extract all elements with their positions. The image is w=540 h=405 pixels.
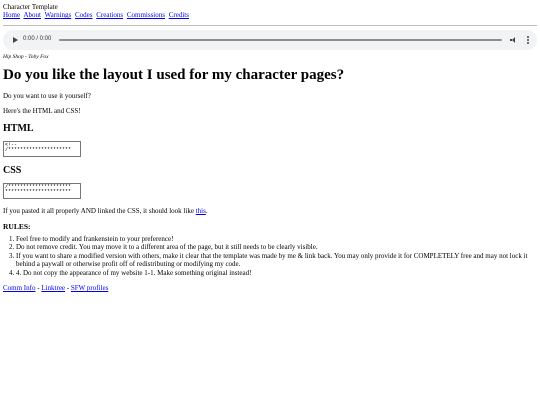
- more-options-icon[interactable]: [527, 35, 529, 44]
- footer-link-sfw-profiles[interactable]: SFW profiles: [71, 284, 108, 292]
- play-icon[interactable]: [13, 36, 18, 43]
- rules-title: RULES:: [3, 222, 31, 232]
- html-code-box[interactable]: <!-- /*********************: [3, 140, 81, 157]
- volume-icon[interactable]: [510, 36, 518, 43]
- css-code-box[interactable]: /********************* *****************…: [3, 182, 81, 199]
- intro-text-1: Do you want to use it yourself?: [3, 91, 91, 100]
- footer-link-comm-info[interactable]: Comm Info: [3, 284, 35, 292]
- preview-link[interactable]: this: [196, 207, 206, 215]
- divider: [3, 24, 537, 26]
- preview-note-end: .: [205, 206, 208, 215]
- nav-link-codes[interactable]: Codes: [75, 11, 93, 19]
- audio-progress-track[interactable]: [59, 38, 502, 41]
- footer-link-linktree[interactable]: Linktree: [41, 284, 65, 292]
- css-section-title: CSS: [3, 164, 22, 176]
- nav-link-commissions[interactable]: Commissions: [127, 11, 165, 19]
- intro-text-2: Here's the HTML and CSS!: [3, 107, 81, 116]
- nav-link-warnings[interactable]: Warnings: [45, 11, 72, 19]
- preview-note: If you pasted it all properly AND linked…: [3, 207, 537, 215]
- audio-time: 0:00 / 0:00: [23, 36, 52, 43]
- html-section-title: HTML: [3, 122, 34, 134]
- page: Character Template Home About Warnings C…: [3, 3, 537, 292]
- nav-link-home[interactable]: Home: [3, 11, 20, 19]
- rule-item: Feel free to modify and frankenstein to …: [16, 235, 537, 243]
- nav-link-about[interactable]: About: [23, 11, 41, 19]
- rules-list: Feel free to modify and frankenstein to …: [3, 235, 537, 277]
- rule-item: If you want to share a modified version …: [16, 252, 537, 269]
- nav-bar: Home About Warnings Codes Creations Comm…: [3, 11, 537, 19]
- nav-link-creations[interactable]: Creations: [96, 11, 123, 19]
- song-credit: Hip Shop - Toby Fox: [3, 53, 49, 60]
- page-heading: Do you like the layout I used for my cha…: [3, 67, 345, 84]
- site-title: Character Template: [3, 3, 58, 11]
- nav-link-credits[interactable]: Credits: [169, 11, 189, 19]
- audio-player: 0:00 / 0:00: [3, 29, 537, 50]
- rule-item: 4. Do not copy the appearance of my webs…: [16, 269, 537, 277]
- preview-note-text: If you pasted it all properly AND linked…: [3, 206, 196, 215]
- footer-links: Comm Info - Linktree - SFW profiles: [3, 284, 537, 292]
- rule-item: Do not remove credit. You may move it to…: [16, 243, 537, 251]
